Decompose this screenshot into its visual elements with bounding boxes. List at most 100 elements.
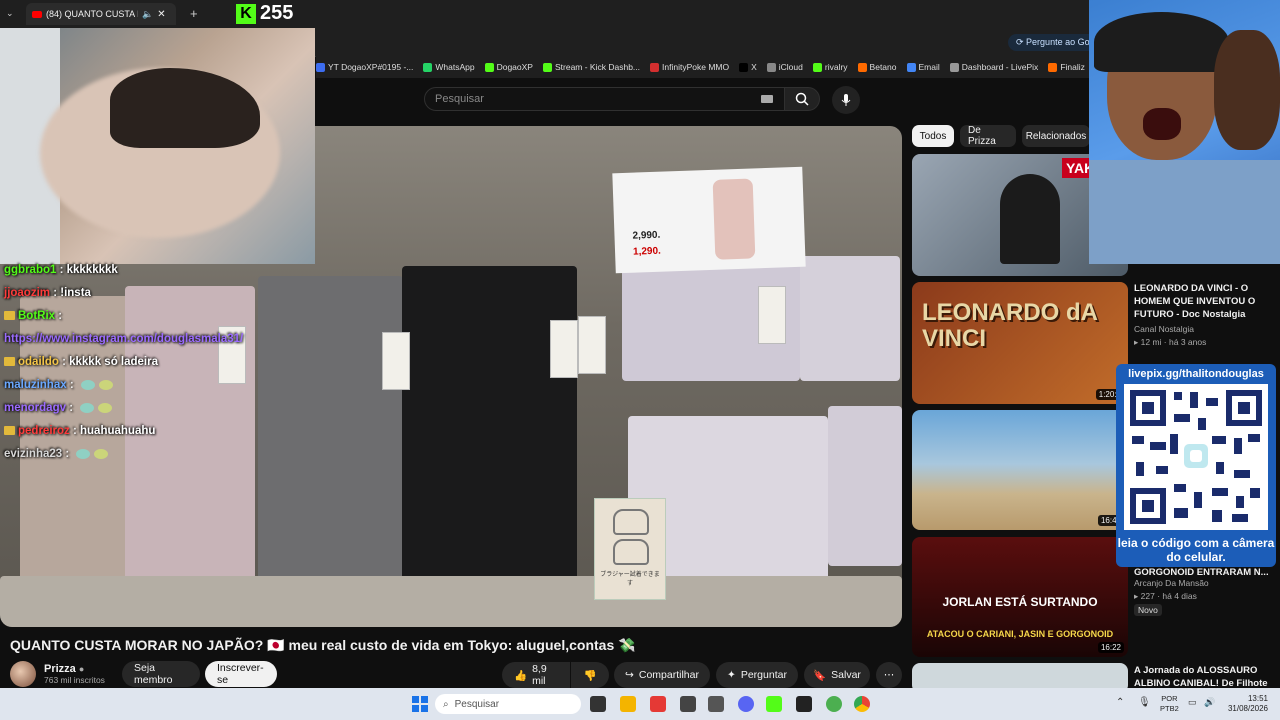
headset bbox=[1094, 12, 1229, 72]
windows-start-icon[interactable] bbox=[412, 696, 428, 712]
ask-button[interactable]: ✦ Perguntar bbox=[716, 662, 798, 688]
price-line: 1,290. bbox=[632, 245, 662, 258]
app-icon[interactable] bbox=[650, 696, 666, 712]
chat-separator: : bbox=[58, 356, 70, 368]
microphone-icon[interactable]: 🎙 bbox=[1138, 697, 1151, 708]
bookmark-favicon-icon bbox=[1048, 62, 1058, 72]
chat-username: evizinha23 bbox=[4, 448, 63, 460]
hair bbox=[110, 68, 260, 148]
thumbnail-text: LEONARDO dA VINCI bbox=[922, 299, 1098, 352]
dislike-button[interactable]: 👎 bbox=[571, 662, 609, 688]
webcam-overlay bbox=[0, 28, 315, 264]
related-channel[interactable]: Canal Nostalgia bbox=[1134, 324, 1194, 334]
bookmark-item[interactable]: Email bbox=[906, 62, 940, 72]
chip-all[interactable]: Todos bbox=[912, 125, 954, 147]
bookmark-item[interactable]: iCloud bbox=[766, 62, 803, 72]
share-label: Compartilhar bbox=[638, 669, 699, 681]
share-button[interactable]: ↪ Compartilhar bbox=[614, 662, 710, 688]
chat-message: menordagv : bbox=[4, 401, 304, 424]
network-icon[interactable]: ▭ bbox=[1188, 697, 1197, 708]
task-view-icon[interactable] bbox=[590, 696, 606, 712]
sparkle-icon: ⟳ bbox=[1016, 37, 1027, 47]
sparkle-icon: ✦ bbox=[727, 669, 736, 681]
subscribe-button[interactable]: Inscrever-se bbox=[205, 661, 277, 687]
discord-icon[interactable] bbox=[738, 696, 754, 712]
chevron-up-icon[interactable]: ⌃ bbox=[1116, 697, 1124, 708]
file-explorer-icon[interactable] bbox=[620, 696, 636, 712]
related-thumbnail[interactable]: LEONARDO dA VINCI 1:20:4 bbox=[912, 282, 1128, 404]
chip-related[interactable]: Relacionados bbox=[1022, 125, 1090, 147]
obs-icon[interactable] bbox=[796, 696, 812, 712]
save-button[interactable]: 🔖 Salvar bbox=[804, 662, 870, 688]
chat-username: ggbrabo1 bbox=[4, 264, 57, 276]
second-face bbox=[1214, 30, 1280, 150]
channel-name[interactable]: Prizza ● bbox=[44, 663, 105, 675]
clock[interactable]: 13:51 31/08/2026 bbox=[1226, 694, 1268, 714]
keyboard-icon[interactable] bbox=[761, 95, 773, 103]
bookmark-item[interactable]: X bbox=[739, 62, 757, 72]
snipping-tool-icon[interactable] bbox=[680, 696, 696, 712]
chat-message: BotRix : bbox=[4, 309, 304, 332]
bookmark-label: Betano bbox=[869, 62, 897, 72]
chat-separator: : bbox=[66, 379, 77, 391]
related-title[interactable]: LEONARDO DA VINCI - O HOMEM QUE INVENTOU… bbox=[1134, 282, 1276, 321]
kick-icon[interactable] bbox=[766, 696, 782, 712]
related-channel[interactable]: Arcanjo Da Mansão bbox=[1134, 578, 1209, 588]
view-count: 12 mi bbox=[1140, 337, 1162, 347]
chrome-icon[interactable] bbox=[854, 696, 870, 712]
taskbar-search[interactable]: ⌕ Pesquisar bbox=[435, 694, 581, 714]
bookmark-item[interactable]: Dashboard - LivePix bbox=[949, 62, 1038, 72]
volume-icon[interactable]: 🔊 bbox=[1204, 697, 1215, 708]
bookmark-item[interactable]: Stream - Kick Dashb... bbox=[542, 62, 640, 72]
calculator-icon[interactable] bbox=[708, 696, 724, 712]
bookmark-item[interactable]: YT DogaoXP#0195 -... bbox=[316, 62, 413, 72]
tab-list-icon[interactable]: ⌄ bbox=[6, 8, 14, 19]
kick-viewer-count: K 255 bbox=[236, 2, 293, 25]
bookmark-item[interactable]: WhatsApp bbox=[423, 62, 475, 72]
chat-emote-icon bbox=[80, 402, 95, 413]
chat-message: ggbrabo1 : kkkkkkkk bbox=[4, 263, 304, 286]
related-thumbnail[interactable]: 16:43 bbox=[912, 410, 1128, 530]
bookmark-label: DogaoXP bbox=[496, 62, 533, 72]
bookmark-item[interactable]: Finaliz bbox=[1048, 62, 1085, 72]
search-input[interactable]: Pesquisar bbox=[424, 87, 788, 111]
price-tag bbox=[578, 316, 606, 374]
bra-icon bbox=[613, 509, 649, 535]
view-count: 227 bbox=[1140, 591, 1155, 601]
gemini-chip[interactable]: ⟳ Pergunte ao Go bbox=[1008, 34, 1098, 51]
subscriber-count: 763 mil inscritos bbox=[44, 675, 105, 685]
channel-avatar[interactable] bbox=[10, 661, 36, 687]
search-button[interactable] bbox=[784, 87, 820, 111]
app-icon[interactable] bbox=[826, 696, 842, 712]
bookmark-icon: 🔖 bbox=[813, 669, 827, 682]
language-indicator[interactable]: POR PTB2 bbox=[1160, 694, 1179, 714]
chat-badge-icon bbox=[4, 311, 15, 321]
voice-search-button[interactable] bbox=[832, 86, 860, 114]
more-actions-button[interactable]: ⋯ bbox=[876, 662, 902, 688]
bookmark-label: WhatsApp bbox=[435, 62, 475, 72]
chat-separator: : bbox=[55, 310, 63, 322]
search-icon bbox=[795, 92, 809, 106]
browser-tab[interactable]: (84) QUANTO CUSTA MORA 🔈 ✕ bbox=[26, 3, 176, 25]
bookmark-item[interactable]: rivalry bbox=[812, 62, 848, 72]
price-tag bbox=[550, 320, 578, 378]
related-thumbnail[interactable]: JORLAN ESTÁ SURTANDO ATACOU O CARIANI, J… bbox=[912, 537, 1128, 657]
gemini-label: Pergunte ao Go bbox=[1026, 37, 1090, 47]
like-button[interactable]: 👍 8,9 mil bbox=[502, 662, 570, 688]
taskbar bbox=[0, 688, 1280, 720]
chat-username: BotRix bbox=[18, 310, 56, 322]
related-title[interactable]: A Jornada do ALOSSAURO ALBINO CANIBAL! D… bbox=[1134, 664, 1276, 690]
more-icon: ⋯ bbox=[883, 669, 895, 681]
tab-title: (84) QUANTO CUSTA MORA bbox=[46, 9, 138, 19]
chat-message: maluzinhax : bbox=[4, 378, 304, 401]
bookmark-item[interactable]: Betano bbox=[857, 62, 897, 72]
join-button[interactable]: Seja membro bbox=[122, 661, 200, 687]
speaker-icon[interactable]: 🔈 bbox=[142, 9, 153, 20]
bookmark-favicon-icon bbox=[423, 62, 433, 72]
chip-from-channel[interactable]: De Prizza bbox=[960, 125, 1016, 147]
chat-emote-icon bbox=[94, 448, 109, 459]
close-tab-icon[interactable]: ✕ bbox=[157, 9, 165, 20]
new-tab-button[interactable]: + bbox=[190, 6, 198, 21]
bookmark-item[interactable]: DogaoXP bbox=[484, 62, 533, 72]
bookmark-item[interactable]: InfinityPoke MMO bbox=[650, 62, 729, 72]
